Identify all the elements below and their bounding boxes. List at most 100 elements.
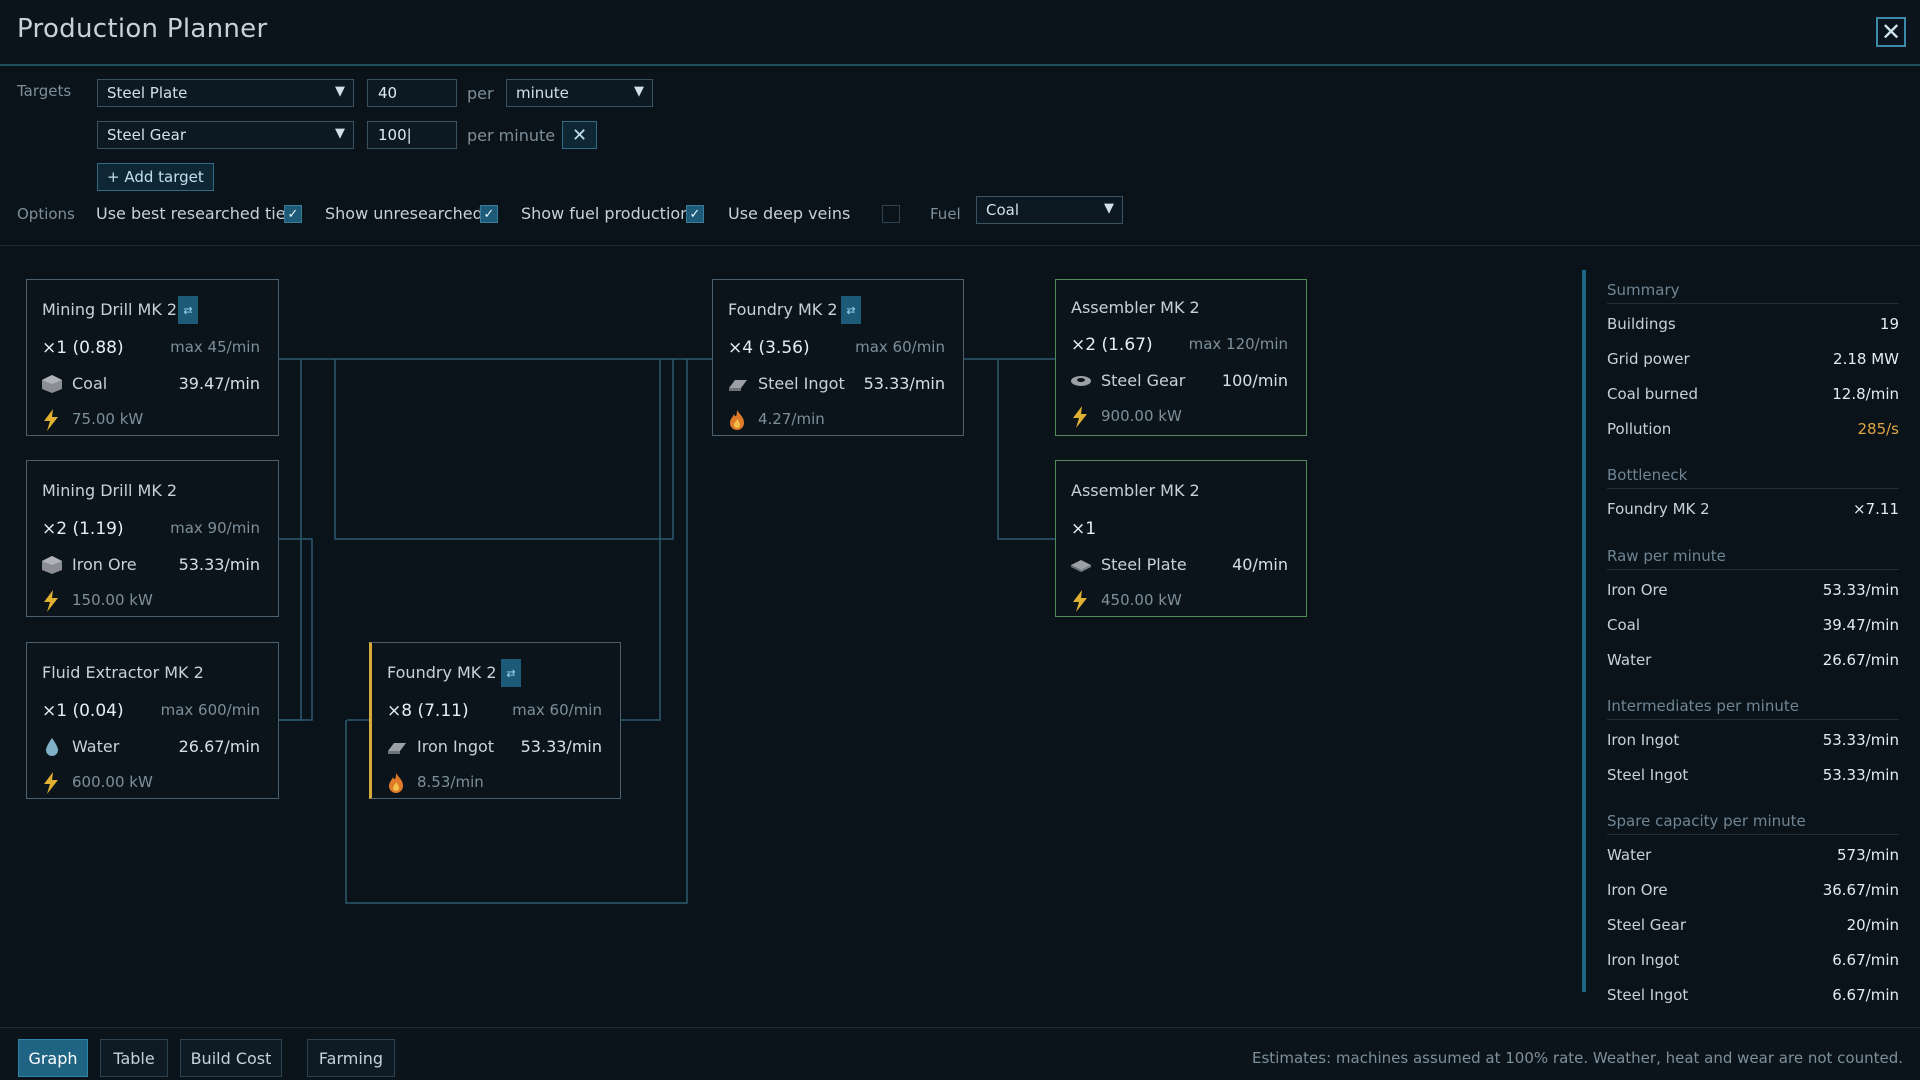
row-value: 36.67/min bbox=[1822, 881, 1899, 899]
row-label: Foundry MK 2 bbox=[1607, 500, 1710, 518]
spare-heading: Spare capacity per minute bbox=[1607, 812, 1806, 830]
fuel-select[interactable]: Coal ▼ bbox=[976, 196, 1123, 224]
spare-row-iron-ore: Iron Ore 36.67/min bbox=[1607, 881, 1899, 903]
swap-icon[interactable]: ⇄ bbox=[841, 296, 861, 324]
ingot-icon bbox=[729, 380, 747, 391]
spare-row-water: Water 573/min bbox=[1607, 846, 1899, 868]
add-target-button[interactable]: + Add target bbox=[97, 163, 214, 191]
target-amount-input-2[interactable]: 100| bbox=[367, 121, 457, 149]
row-label: Iron Ingot bbox=[1607, 951, 1680, 969]
node-mining-drill-coal[interactable]: Mining Drill MK 2 ⇄ ×1 (0.88) max 45/min… bbox=[26, 279, 279, 436]
node-power: 900.00 kW bbox=[1101, 407, 1182, 425]
node-fluid-extractor[interactable]: Fluid Extractor MK 2 ×1 (0.04) max 600/m… bbox=[26, 642, 279, 799]
node-title: Foundry MK 2 bbox=[387, 663, 497, 682]
node-max: max 60/min bbox=[855, 338, 945, 356]
show-unresearched-label: Show unresearched bbox=[325, 204, 483, 223]
node-foundry-iron-ingot[interactable]: Foundry MK 2 ⇄ ×8 (7.11) max 60/min Iron… bbox=[369, 642, 621, 799]
node-rate: 53.33/min bbox=[863, 374, 945, 393]
target-item-select-2[interactable]: Steel Gear ▼ bbox=[97, 121, 354, 149]
spare-row-iron-ingot: Iron Ingot 6.67/min bbox=[1607, 951, 1899, 973]
use-best-tier-label: Use best researched tier bbox=[96, 204, 293, 223]
row-value: 2.18 MW bbox=[1833, 350, 1899, 368]
row-label: Pollution bbox=[1607, 420, 1672, 438]
row-value: 19 bbox=[1879, 315, 1899, 333]
node-count: ×4 (3.56) bbox=[728, 338, 810, 358]
node-rate: 40/min bbox=[1232, 555, 1288, 574]
close-icon: ✕ bbox=[1880, 18, 1902, 46]
divider bbox=[1607, 303, 1899, 304]
row-value: ×7.11 bbox=[1853, 500, 1899, 518]
node-power: 450.00 kW bbox=[1101, 591, 1182, 609]
lightning-icon bbox=[44, 772, 58, 794]
close-button[interactable]: ✕ bbox=[1876, 17, 1906, 47]
cube-icon bbox=[42, 375, 62, 393]
row-label: Buildings bbox=[1607, 315, 1676, 333]
node-item: Steel Gear bbox=[1101, 371, 1186, 390]
show-unresearched-checkbox[interactable]: ✓ bbox=[480, 205, 498, 223]
target-unit-select[interactable]: minute ▼ bbox=[506, 79, 653, 107]
node-rate: 100/min bbox=[1221, 371, 1288, 390]
check-icon: ✓ bbox=[689, 206, 701, 222]
summary-sidebar: Summary Buildings 19 Grid power 2.18 MW Co… bbox=[1582, 270, 1920, 1027]
chevron-down-icon: ▼ bbox=[1104, 201, 1114, 216]
tab-table[interactable]: Table bbox=[100, 1039, 168, 1077]
tab-build-cost[interactable]: Build Cost bbox=[180, 1039, 282, 1077]
cube-icon bbox=[42, 556, 62, 574]
chevron-down-icon: ▼ bbox=[634, 84, 644, 99]
target-item-value: Steel Plate bbox=[107, 84, 188, 102]
remove-target-button[interactable]: ✕ bbox=[562, 121, 597, 149]
inter-row-steel-ingot: Steel Ingot 53.33/min bbox=[1607, 766, 1899, 788]
row-value: 6.67/min bbox=[1832, 951, 1899, 969]
deep-veins-checkbox[interactable] bbox=[882, 205, 900, 223]
wire-water-loop bbox=[345, 359, 688, 904]
target-item-value: Steel Gear bbox=[107, 126, 187, 144]
row-label: Iron Ore bbox=[1607, 881, 1668, 899]
deep-veins-label: Use deep veins bbox=[728, 204, 851, 223]
flame-icon bbox=[730, 410, 744, 430]
show-fuel-checkbox[interactable]: ✓ bbox=[686, 205, 704, 223]
row-label: Grid power bbox=[1607, 350, 1690, 368]
chevron-down-icon: ▼ bbox=[335, 84, 345, 99]
row-value: 39.47/min bbox=[1822, 616, 1899, 634]
swap-icon[interactable]: ⇄ bbox=[178, 296, 198, 324]
tab-farming[interactable]: Farming bbox=[307, 1039, 395, 1077]
row-label: Water bbox=[1607, 846, 1652, 864]
controls-panel: Targets Steel Plate ▼ 40 per minute ▼ St… bbox=[0, 68, 1920, 246]
swap-icon[interactable]: ⇄ bbox=[501, 659, 521, 687]
use-best-tier-checkbox[interactable]: ✓ bbox=[284, 205, 302, 223]
row-label: Coal burned bbox=[1607, 385, 1698, 403]
target-item-select-1[interactable]: Steel Plate ▼ bbox=[97, 79, 354, 107]
title-bar: Production Planner ✕ bbox=[0, 0, 1920, 66]
node-mining-drill-iron[interactable]: Mining Drill MK 2 ×2 (1.19) max 90/min I… bbox=[26, 460, 279, 617]
raw-row-water: Water 26.67/min bbox=[1607, 651, 1899, 673]
row-value: 53.33/min bbox=[1822, 581, 1899, 599]
target-amount-input-1[interactable]: 40 bbox=[367, 79, 457, 107]
node-power: 75.00 kW bbox=[72, 410, 144, 428]
node-assembler-steel-gear[interactable]: Assembler MK 2 ×2 (1.67) max 120/min Ste… bbox=[1055, 279, 1307, 436]
spare-row-steel-gear: Steel Gear 20/min bbox=[1607, 916, 1899, 938]
node-rate: 26.67/min bbox=[178, 737, 260, 756]
gear-icon bbox=[1071, 376, 1091, 386]
production-graph[interactable]: Mining Drill MK 2 ⇄ ×1 (0.88) max 45/min… bbox=[0, 247, 1588, 1027]
inter-row-iron-ingot: Iron Ingot 53.33/min bbox=[1607, 731, 1899, 753]
node-foundry-steel-ingot[interactable]: Foundry MK 2 ⇄ ×4 (3.56) max 60/min Stee… bbox=[712, 279, 964, 436]
summary-row-coal-burned: Coal burned 12.8/min bbox=[1607, 385, 1899, 407]
node-assembler-steel-plate[interactable]: Assembler MK 2 ×1 Steel Plate 40/min 450… bbox=[1055, 460, 1307, 617]
check-icon: ✓ bbox=[287, 206, 299, 222]
window-title: Production Planner bbox=[17, 14, 268, 44]
tab-graph[interactable]: Graph bbox=[18, 1039, 88, 1077]
row-label: Coal bbox=[1607, 616, 1641, 634]
node-title: Foundry MK 2 bbox=[728, 300, 838, 319]
row-label: Steel Ingot bbox=[1607, 766, 1689, 784]
lightning-icon bbox=[1073, 590, 1087, 612]
ingot-icon bbox=[388, 743, 406, 754]
node-max: max 60/min bbox=[512, 701, 602, 719]
node-power: 600.00 kW bbox=[72, 773, 153, 791]
row-value: 53.33/min bbox=[1822, 766, 1899, 784]
node-fuel: 4.27/min bbox=[758, 410, 825, 428]
node-item: Iron Ore bbox=[72, 555, 137, 574]
node-title: Mining Drill MK 2 bbox=[42, 481, 178, 500]
sidebar-scrollbar[interactable] bbox=[1582, 270, 1586, 992]
fuel-value: Coal bbox=[986, 201, 1020, 219]
node-title: Mining Drill MK 2 bbox=[42, 300, 178, 319]
